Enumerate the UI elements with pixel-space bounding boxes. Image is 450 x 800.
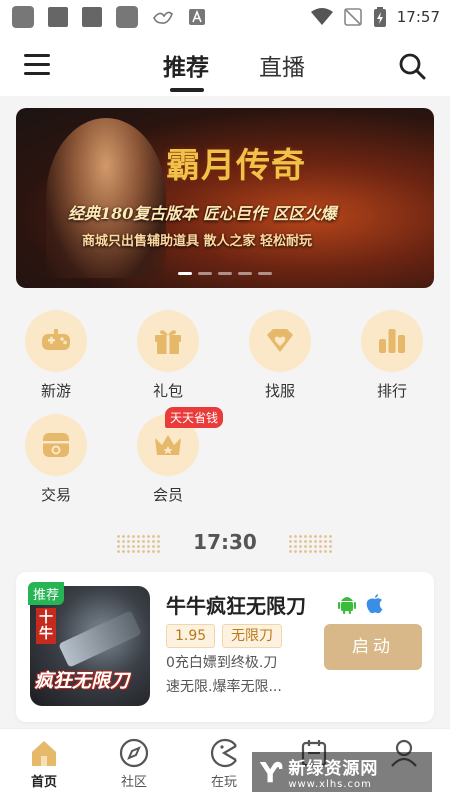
category-label: 找服 (264, 382, 295, 400)
font-notification-icon (189, 9, 205, 25)
thumbnail-blade-art (58, 610, 142, 668)
pager-dot[interactable] (218, 272, 232, 275)
pager-dot[interactable] (178, 272, 192, 275)
search-icon[interactable] (398, 52, 426, 80)
decor-dots (116, 534, 162, 554)
category-new-games[interactable]: 新游 (21, 310, 91, 401)
home-content: 霸月传奇 经典180复古版本 匠心巨作 区区火爆 商城只出售辅助道具 散人之家 … (0, 96, 450, 728)
app-notification-icon (12, 6, 34, 28)
promo-banner[interactable]: 霸月传奇 经典180复古版本 匠心巨作 区区火爆 商城只出售辅助道具 散人之家 … (16, 108, 434, 288)
nav-label: 首页 (30, 775, 57, 790)
bird-notification-icon (153, 11, 173, 24)
nav-community[interactable]: 社区 (104, 737, 164, 790)
category-ranking[interactable]: 排行 (357, 310, 427, 401)
category-find-server[interactable]: 找服 (245, 310, 315, 401)
banner-character-image (46, 118, 166, 278)
gift-icon (155, 330, 181, 354)
member-promo-badge: 天天省钱 (165, 407, 224, 428)
category-label: 新游 (40, 382, 71, 400)
pager-dot[interactable] (198, 272, 212, 275)
status-bar: 17:57 (0, 0, 450, 34)
gamepad-icon (42, 329, 70, 350)
game-description-line-1: 0充白嫖到终极.刀 (166, 655, 278, 671)
watermark-text: 新绿资源网 (288, 759, 379, 779)
category-label: 排行 (376, 382, 407, 400)
game-tag-feature: 无限刀 (222, 624, 282, 648)
category-icon-bg (361, 310, 423, 372)
active-tab-indicator (170, 88, 204, 92)
nav-label: 社区 (120, 775, 147, 790)
android-icon (338, 597, 356, 614)
banner-subtitle-2: 商城只出售辅助道具 散人之家 轻松耐玩 (82, 234, 313, 249)
pacman-icon (211, 738, 237, 768)
trade-box-icon (43, 433, 69, 457)
apple-icon (366, 594, 383, 614)
app-notification-icon (82, 7, 102, 27)
status-time: 17:57 (396, 8, 440, 26)
top-header: 推荐 直播 (0, 34, 450, 96)
nav-playing[interactable]: 在玩 (194, 737, 254, 790)
pager-dot[interactable] (258, 272, 272, 275)
category-icon-bg (137, 310, 199, 372)
thumbnail-logo-text: 疯狂无限刀 (34, 670, 130, 692)
game-name: 牛牛疯狂无限刀 (166, 594, 306, 618)
nav-home[interactable]: 首页 (14, 737, 74, 790)
wifi-icon (310, 8, 333, 25)
launch-button[interactable]: 启动 (324, 624, 422, 670)
category-icon-bg (25, 414, 87, 476)
thumbnail-mini-logo: 十牛 (36, 608, 56, 644)
banner-pager (178, 272, 272, 275)
banner-title: 霸月传奇 (166, 146, 306, 186)
battery-charging-icon (373, 7, 386, 27)
category-gift[interactable]: 礼包 (133, 310, 203, 401)
category-label: 交易 (40, 486, 71, 504)
heart-diamond-icon (267, 329, 293, 352)
banner-subtitle: 经典180复古版本 匠心巨作 区区火爆 (68, 204, 337, 223)
compass-icon (119, 738, 149, 768)
category-member[interactable]: 天天省钱 会员 (133, 407, 224, 505)
app-notification-icon (48, 7, 68, 27)
game-card[interactable]: 推荐 十牛 疯狂无限刀 牛牛疯狂无限刀 1.95 无限刀 0充白嫖到终极.刀 速… (16, 572, 434, 722)
no-signal-icon (343, 8, 362, 26)
menu-icon[interactable] (24, 54, 50, 76)
game-description-line-2: 速无限.爆率无限... (166, 679, 282, 695)
recommend-tag: 推荐 (28, 582, 65, 605)
crown-icon (155, 435, 181, 455)
category-label: 会员 (152, 486, 183, 504)
schedule-time: 17:30 (193, 530, 257, 554)
pager-dot[interactable] (238, 272, 252, 275)
category-trade[interactable]: 交易 (21, 414, 91, 505)
home-icon (32, 741, 56, 766)
tab-recommend[interactable]: 推荐 (163, 48, 209, 82)
category-icon-bg (25, 310, 87, 372)
tab-live[interactable]: 直播 (259, 48, 305, 82)
decor-dots (288, 534, 334, 554)
nav-label: 在玩 (210, 775, 237, 790)
category-icon-bg (249, 310, 311, 372)
category-label: 礼包 (152, 382, 183, 400)
watermark-url: www.xlhs.com (288, 779, 372, 790)
game-tag-version: 1.95 (166, 624, 216, 648)
watermark-logo-icon: Ƴ (260, 755, 283, 789)
watermark: Ƴ 新绿资源网 www.xlhs.com (252, 752, 432, 792)
bar-chart-icon (379, 329, 405, 353)
app-notification-icon (116, 6, 138, 28)
schedule-time-divider: 17:30 (0, 530, 450, 560)
